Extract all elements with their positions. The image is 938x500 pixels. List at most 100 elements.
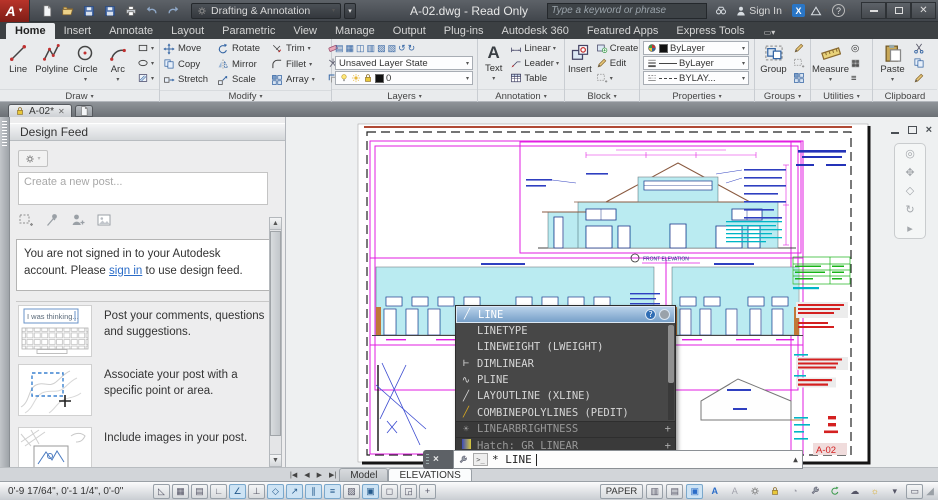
table-button[interactable]: Table xyxy=(508,71,561,85)
quick-select-button[interactable]: ◎ xyxy=(849,41,862,55)
block-edit-button[interactable]: Edit xyxy=(594,56,641,70)
tab-view[interactable]: View xyxy=(284,23,326,39)
object-color-dropdown[interactable]: ByLayer ▾ xyxy=(643,41,749,55)
tab-autodesk360[interactable]: Autodesk 360 xyxy=(493,23,578,39)
tag-person-icon[interactable] xyxy=(70,212,86,228)
palette-scrollbar[interactable]: ▲ ▼ xyxy=(269,217,282,467)
maximize-button[interactable] xyxy=(886,2,911,19)
paste-button[interactable]: Paste▾ xyxy=(876,41,909,83)
attach-image-icon[interactable] xyxy=(96,212,112,228)
file-tab-a02[interactable]: A-02* ✕ xyxy=(8,104,72,117)
quick-view-layouts-icon[interactable]: ▥ xyxy=(646,484,663,499)
infer-constraints-toggle[interactable]: ◺ xyxy=(153,484,170,499)
coordinate-readout[interactable]: 0'-9 17/64", 0'-1 1/4", 0'-0" xyxy=(4,486,152,497)
layer-state-dropdown[interactable]: Unsaved Layer State▾ xyxy=(335,56,473,70)
layer-isolate-icon[interactable]: ◫ xyxy=(356,43,365,54)
file-tab-close-icon[interactable]: ✕ xyxy=(58,107,65,116)
layer-match-icon[interactable]: ▨ xyxy=(377,43,386,54)
grid-toggle[interactable]: ▤ xyxy=(191,484,208,499)
plot-button[interactable] xyxy=(122,3,140,19)
close-button[interactable]: ✕ xyxy=(911,2,936,19)
signin-button[interactable]: Sign In ▾ xyxy=(735,5,787,17)
ribbon-display-toggle[interactable]: ▭▾ xyxy=(758,26,782,39)
doc-minimize-icon[interactable] xyxy=(891,132,899,134)
popup-scroll-thumb[interactable] xyxy=(668,325,674,383)
qat-customize-button[interactable]: ▾ xyxy=(344,3,356,19)
quick-calc-button[interactable]: ▦ xyxy=(849,56,862,70)
command-input[interactable]: >_ * LINE ▲ xyxy=(453,450,803,469)
rotate-button[interactable]: Rotate xyxy=(217,43,269,55)
search-icon[interactable] xyxy=(712,3,730,19)
osnap-3d-toggle[interactable]: ⊥ xyxy=(248,484,265,499)
linetype-dropdown[interactable]: BYLAY... ▾ xyxy=(643,71,749,85)
design-feed-header[interactable]: Design Feed xyxy=(10,123,285,141)
tab-parametric[interactable]: Parametric xyxy=(213,23,284,39)
insert-block-button[interactable]: Insert xyxy=(568,41,592,75)
dynamic-input-toggle[interactable]: ≡ xyxy=(324,484,341,499)
tab-featured-apps[interactable]: Featured Apps xyxy=(578,23,668,39)
zoom-icon[interactable]: ◇ xyxy=(906,184,914,197)
line-button[interactable]: Line xyxy=(3,41,33,75)
rectangle-button[interactable]: ▾ xyxy=(135,41,156,55)
panel-label-groups[interactable]: Groups▾ xyxy=(755,89,810,102)
autocomplete-item-layoutline[interactable]: ╱LAYOUTLINE (XLINE) xyxy=(456,388,675,404)
panel-label-draw[interactable]: Draw▾ xyxy=(0,89,159,102)
paper-model-toggle[interactable]: PAPER xyxy=(600,484,644,499)
exchange-apps-icon[interactable]: X xyxy=(792,4,805,17)
workspace-switcher[interactable]: Drafting & Annotation ▾ xyxy=(191,3,341,19)
redo-button[interactable] xyxy=(164,3,182,19)
lineweight-dropdown[interactable]: ByLayer ▾ xyxy=(643,56,749,70)
first-layout-icon[interactable]: |◀ xyxy=(287,470,300,480)
palette-grab-bar[interactable] xyxy=(0,117,10,467)
orbit-icon[interactable]: ↻ xyxy=(905,203,914,216)
navigation-wheel-icon[interactable]: ◎ xyxy=(905,147,915,160)
annotation-monitor-toggle[interactable]: + xyxy=(419,484,436,499)
stretch-button[interactable]: Stretch xyxy=(163,74,215,86)
transparency-toggle[interactable]: ▣ xyxy=(362,484,379,499)
panel-label-properties[interactable]: Properties▾ xyxy=(640,89,754,102)
autocomplete-item-lineweight[interactable]: LINEWEIGHT (LWEIGHT) xyxy=(456,339,675,355)
prev-layout-icon[interactable]: ◀ xyxy=(301,470,312,480)
workspace-gear-icon[interactable] xyxy=(746,484,763,499)
selection-cycling-toggle[interactable]: ◲ xyxy=(400,484,417,499)
open-button[interactable] xyxy=(59,3,77,19)
text-button[interactable]: AText▾ xyxy=(481,41,506,82)
annotation-visibility-icon[interactable]: A xyxy=(726,484,743,499)
autodesk360-button[interactable]: ▾ xyxy=(810,5,827,17)
isolate-objects-icon[interactable]: ◔ xyxy=(786,484,803,499)
undo-button[interactable] xyxy=(143,3,161,19)
polyline-button[interactable]: Polyline xyxy=(35,41,68,75)
layer-dropdown[interactable]: 0 ▾ xyxy=(335,71,473,85)
scroll-up-icon[interactable]: ▲ xyxy=(270,218,281,230)
help-icon[interactable]: ? xyxy=(645,309,656,320)
tab-express-tools[interactable]: Express Tools xyxy=(667,23,753,39)
tab-plugins[interactable]: Plug-ins xyxy=(435,23,493,39)
internet-search-icon[interactable] xyxy=(659,309,670,320)
polar-tracking-toggle[interactable]: ∠ xyxy=(229,484,246,499)
cut-button[interactable] xyxy=(911,41,927,55)
hatch-button[interactable]: ▾ xyxy=(135,71,156,85)
minimize-button[interactable] xyxy=(861,2,886,19)
tray-cloud-icon[interactable]: ☁ xyxy=(846,484,863,499)
clean-screen-icon[interactable]: ▭ xyxy=(906,484,923,499)
dynamic-ucs-toggle[interactable]: ∥ xyxy=(305,484,322,499)
doc-close-icon[interactable]: × xyxy=(926,124,932,136)
layer-off-icon[interactable]: ▦ xyxy=(346,43,355,54)
fillet-button[interactable]: Fillet▾ xyxy=(271,58,323,70)
application-menu-button[interactable]: A▼ xyxy=(0,0,30,22)
command-close-icon[interactable]: × xyxy=(433,454,439,465)
tray-settings-icon[interactable]: ▾ xyxy=(886,484,903,499)
ellipse-button[interactable]: ▾ xyxy=(135,56,156,70)
panel-label-block[interactable]: Block▾ xyxy=(565,89,639,102)
command-bar-handle[interactable]: × xyxy=(423,450,453,469)
toolbar-lock-icon[interactable] xyxy=(766,484,783,499)
layer-current-icon[interactable]: ▧ xyxy=(388,43,397,54)
navigation-bar[interactable]: ◎ ✥ ◇ ↻ ▸ xyxy=(894,143,926,239)
scale-button[interactable]: Scale xyxy=(217,74,269,86)
layer-freeze-icon[interactable]: ▥ xyxy=(367,43,376,54)
scroll-thumb[interactable] xyxy=(270,231,281,436)
move-button[interactable]: Move xyxy=(163,43,215,55)
doc-restore-icon[interactable] xyxy=(908,126,917,134)
save-button[interactable] xyxy=(80,3,98,19)
group-button[interactable]: Group xyxy=(758,41,789,75)
